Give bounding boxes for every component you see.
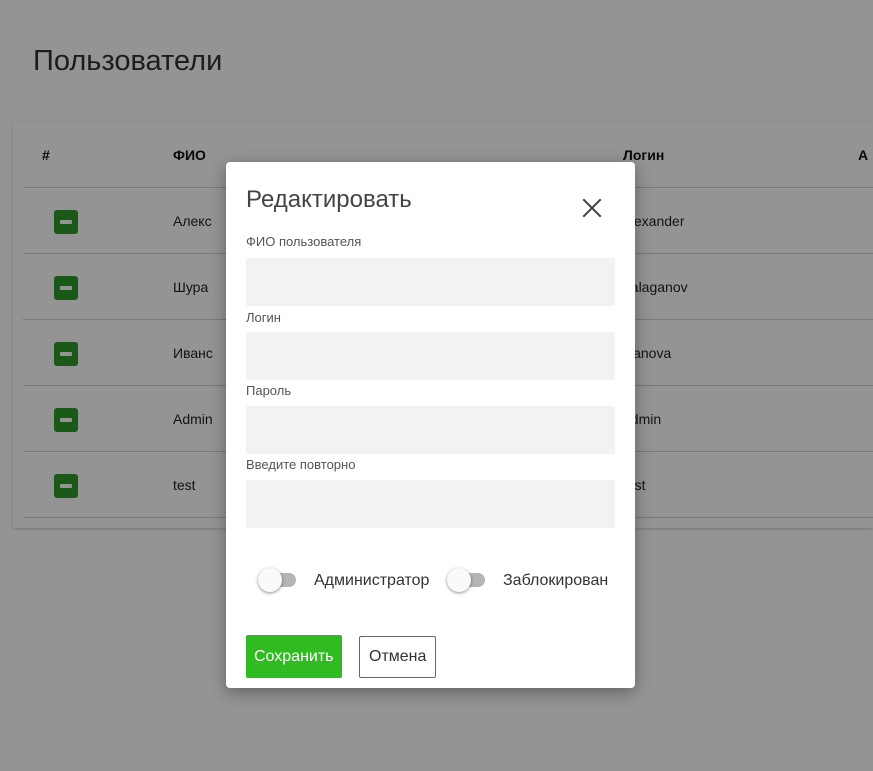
admin-toggle[interactable] [258,568,298,592]
password-label: Пароль [246,383,292,398]
password-input[interactable] [246,406,615,454]
blocked-toggle-knob [447,568,471,592]
admin-toggle-knob [258,568,282,592]
fullname-label: ФИО пользователя [246,234,362,249]
close-icon [582,198,602,218]
cancel-button[interactable]: Отмена [359,636,437,678]
blocked-toggle-label: Заблокирован [503,572,609,589]
dialog-title: Редактировать [246,186,412,213]
password-repeat-input[interactable] [246,480,615,528]
login-label: Логин [246,310,281,325]
password-repeat-label: Введите повторно [246,457,356,472]
blocked-toggle[interactable] [447,568,487,592]
login-input[interactable] [246,332,615,380]
fullname-input[interactable] [246,258,615,306]
edit-user-dialog: Редактировать ФИО пользователя Логин Пар… [226,162,635,688]
save-button[interactable]: Сохранить [246,635,342,678]
close-button[interactable] [580,196,604,220]
admin-toggle-label: Администратор [314,572,430,589]
